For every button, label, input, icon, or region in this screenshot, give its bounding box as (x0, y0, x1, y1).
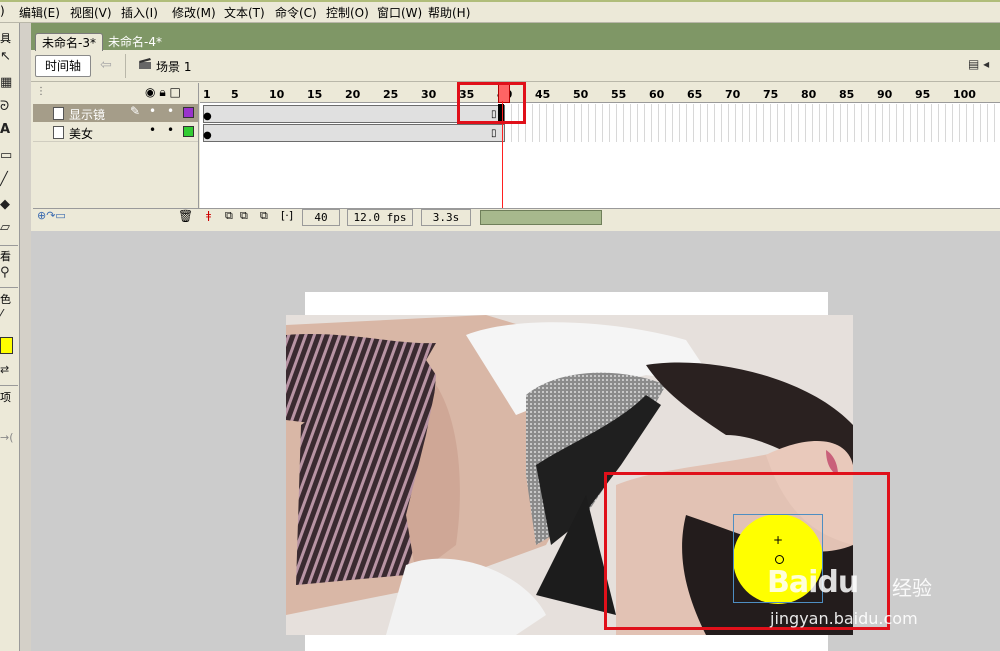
menu-item-insert[interactable]: 插入(I) (121, 4, 158, 21)
empty-frames-grid[interactable] (505, 104, 1000, 142)
eye-icon[interactable]: ◉ (145, 85, 155, 99)
visibility-dot[interactable]: • (149, 104, 156, 118)
pencil-icon: ✎ (130, 104, 141, 118)
ruler-tick: 25 (383, 88, 399, 101)
stage-highlight-box (604, 472, 890, 630)
ruler-tick: 55 (611, 88, 627, 101)
lock-dot[interactable]: • (167, 123, 174, 137)
panel-divider (20, 23, 31, 651)
timeline-scrollbar[interactable] (480, 210, 602, 225)
scene-clapper-icon (139, 58, 151, 69)
ruler-tick: 100 (953, 88, 976, 101)
view-section-label: 看 (0, 250, 11, 263)
onion-markers-icon[interactable]: [·] (281, 209, 293, 222)
onion-skin-icon[interactable]: ⧉ (225, 209, 233, 223)
layer-page-icon (53, 126, 64, 139)
timeline-toggle-button[interactable]: 时间轴 (35, 55, 91, 77)
zoom-tool-icon[interactable]: ⚲ (0, 265, 18, 280)
menu-item-control[interactable]: 控制(O) (326, 4, 369, 21)
text-tool-icon[interactable]: A (0, 122, 18, 137)
watermark-logo: Baidu (767, 565, 859, 600)
ruler-tick: 1 (203, 88, 211, 101)
eraser-tool-icon[interactable]: ▱ (0, 220, 18, 235)
lasso-tool-icon[interactable]: ᘒ (0, 99, 18, 114)
lock-icon[interactable]: 🔒︎ (159, 85, 165, 99)
swap-colors-icon[interactable]: ⇄ (0, 363, 18, 376)
ruler-tick: 15 (307, 88, 323, 101)
watermark-url: jingyan.baidu.com (770, 609, 918, 628)
outline-icon[interactable]: □ (170, 85, 181, 99)
brush-tool-icon[interactable]: ╱ (0, 172, 18, 187)
menu-item-edit[interactable]: 编辑(E) (19, 4, 60, 21)
layer-color-swatch[interactable] (183, 126, 194, 137)
layer-name[interactable]: 美女 (69, 125, 93, 142)
ruler-tick: 5 (231, 88, 239, 101)
panel-grip-icon: ⋮ (36, 86, 46, 97)
edit-symbols-icon[interactable]: ▤ ◂ (968, 57, 989, 71)
center-frame-icon[interactable]: ǂ (206, 209, 211, 222)
ruler-tick: 45 (535, 88, 551, 101)
ruler-tick: 95 (915, 88, 931, 101)
ruler-tick: 10 (269, 88, 285, 101)
title-accent-line (0, 0, 1000, 2)
tools-section-label: 具 (0, 32, 11, 45)
ruler-tick: 50 (573, 88, 589, 101)
menu-bar: ) 编辑(E) 视图(V) 插入(I) 修改(M) 文本(T) 命令(C) 控制… (0, 0, 1000, 23)
delete-layer-icon[interactable]: 🗑︎ (178, 209, 193, 223)
layer-header-icons: ◉ 🔒︎ □ (145, 85, 181, 100)
ruler-tick: 60 (649, 88, 665, 101)
edit-bar-divider (125, 54, 126, 78)
fill-color-swatch[interactable] (0, 337, 13, 354)
tools-panel: 具 ↖ ▦ ᘒ A ▭ ╱ ◆ ▱ 看 ⚲ 色 ⁄ ⇄ 项 →( (0, 23, 20, 651)
options-section-label: 项 (0, 391, 11, 404)
ruler-tick: 80 (801, 88, 817, 101)
paint-bucket-tool-icon[interactable]: ◆ (0, 197, 18, 212)
menu-item-window[interactable]: 窗口(W) (377, 4, 422, 21)
scene-label[interactable]: 场景 1 (156, 58, 191, 75)
menu-item-view[interactable]: 视图(V) (70, 4, 112, 21)
document-tab-strip (31, 23, 1000, 50)
tab-untitled-4[interactable]: 未命名-4* (102, 33, 168, 51)
menu-item-modify[interactable]: 修改(M) (172, 4, 216, 21)
layer-row-magnifier[interactable]: 显示镜 ✎ • • (33, 104, 198, 122)
ruler-tick: 75 (763, 88, 779, 101)
free-transform-tool-icon[interactable]: ▦ (0, 75, 18, 90)
layer-color-swatch[interactable] (183, 107, 194, 118)
tab-untitled-3[interactable]: 未命名-3* (35, 33, 103, 52)
menu-item-help[interactable]: 帮助(H) (428, 4, 470, 21)
back-arrow-icon[interactable]: ⇦ (100, 57, 112, 73)
layer-page-icon (53, 107, 64, 120)
ruler-tick: 90 (877, 88, 893, 101)
menu-item-text[interactable]: 文本(T) (224, 4, 265, 21)
keyframe-start-dot[interactable]: ● (203, 111, 212, 122)
layer-name[interactable]: 显示镜 (69, 106, 105, 123)
ruler-tick: 70 (725, 88, 741, 101)
frame-rate-field[interactable]: 12.0 fps (347, 209, 413, 226)
colors-section-label: 色 (0, 293, 11, 306)
menu-item-cut-off[interactable]: ) (0, 4, 5, 18)
frame-span-beauty[interactable] (203, 124, 505, 142)
onion-outline-icon[interactable]: ⧉ (240, 209, 248, 223)
ruler-tick: 65 (687, 88, 703, 101)
ruler-tick: 20 (345, 88, 361, 101)
frame-40-highlight (457, 82, 526, 124)
stroke-color-icon[interactable]: ⁄ (0, 308, 18, 323)
arrow-tool-icon[interactable]: ↖ (0, 49, 18, 64)
visibility-dot[interactable]: • (149, 123, 156, 137)
insert-layer-icon[interactable]: ⊕↷▭ (37, 209, 66, 222)
keyframe-end-marker[interactable]: ▯ (491, 128, 497, 139)
rectangle-tool-icon[interactable]: ▭ (0, 148, 18, 163)
layer-row-beauty[interactable]: 美女 • • (33, 123, 198, 142)
watermark-chinese: 经验 (892, 576, 932, 600)
elapsed-time-field: 3.3s (421, 209, 471, 226)
lock-dot[interactable]: • (167, 104, 174, 118)
ruler-tick: 30 (421, 88, 437, 101)
snap-option-icon[interactable]: →( (0, 431, 18, 444)
edit-multiple-frames-icon[interactable]: ⧉ (260, 209, 268, 223)
keyframe-start-dot[interactable]: ● (203, 130, 212, 141)
ruler-tick: 85 (839, 88, 855, 101)
current-frame-field: 40 (302, 209, 340, 226)
menu-item-commands[interactable]: 命令(C) (275, 4, 317, 21)
